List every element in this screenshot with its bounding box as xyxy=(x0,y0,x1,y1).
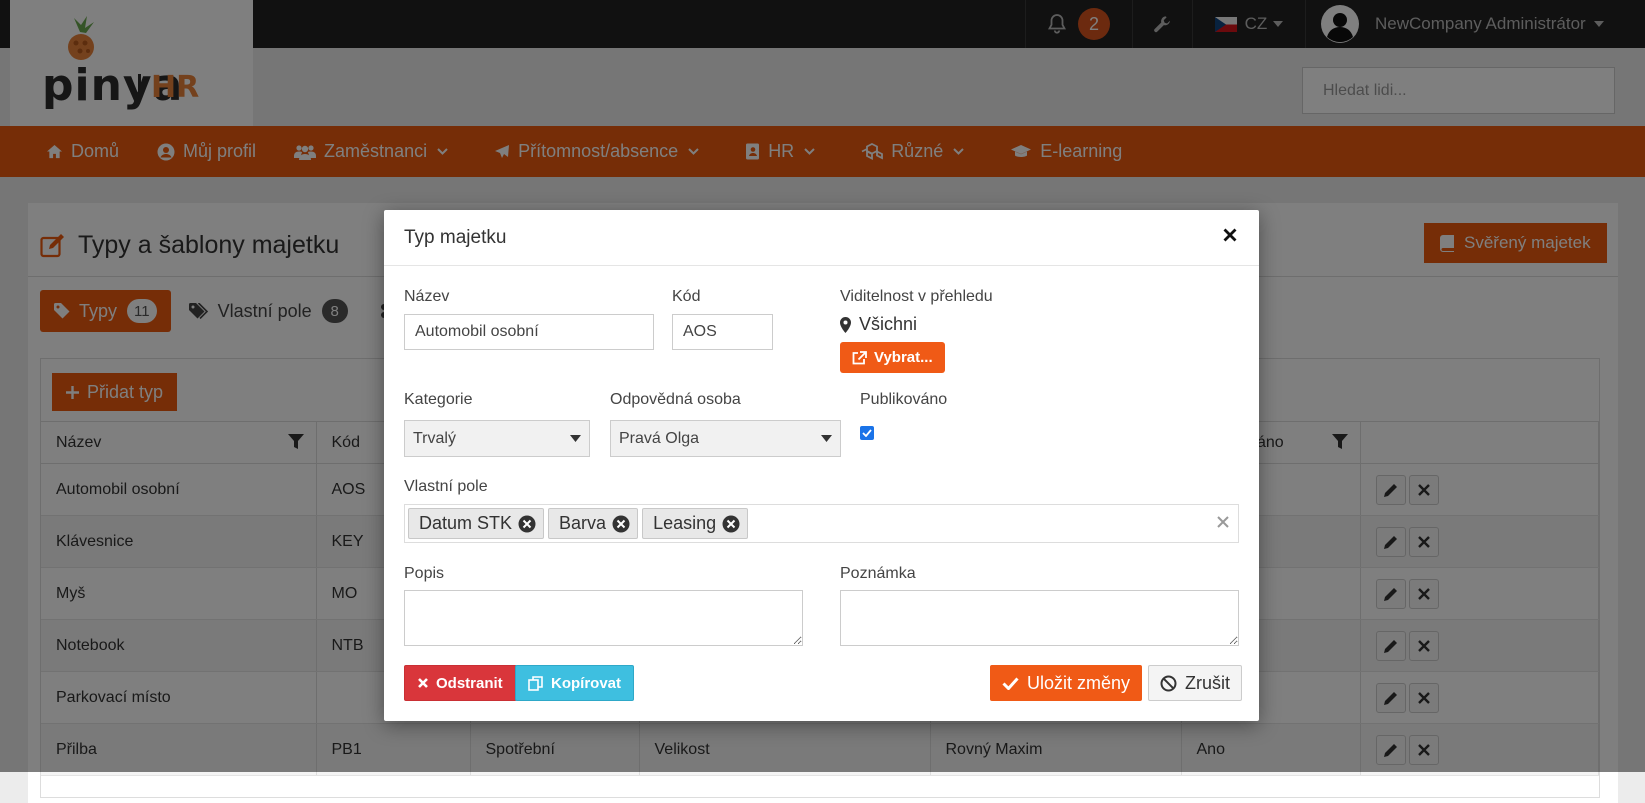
selected-tag: Datum STK xyxy=(408,508,545,539)
description-label: Popis xyxy=(404,565,445,582)
category-selected-value: Trvalý xyxy=(413,429,456,447)
category-label: Kategorie xyxy=(404,391,473,408)
custom-fields-label: Vlastní pole xyxy=(404,478,488,495)
dialog-title: Typ majetku xyxy=(404,226,507,248)
cancel-button[interactable]: Zrušit xyxy=(1148,665,1242,701)
dialog-header: Typ majetku xyxy=(384,210,1259,266)
asset-type-dialog: Typ majetku Název Kód Viditelnost v přeh… xyxy=(384,210,1259,721)
ban-icon xyxy=(1160,675,1185,692)
copy-label: Kopírovat xyxy=(551,674,622,692)
code-input[interactable] xyxy=(672,314,773,350)
checkmark-icon xyxy=(862,429,872,437)
description-textarea[interactable] xyxy=(404,590,803,646)
category-select[interactable]: Trvalý xyxy=(404,420,590,457)
choose-visibility-button[interactable]: Vybrat... xyxy=(840,342,945,373)
code-label: Kód xyxy=(672,288,701,305)
cancel-label: Zrušit xyxy=(1185,672,1230,693)
responsible-person-label: Odpovědná osoba xyxy=(610,391,741,408)
checkmark-icon xyxy=(1002,676,1027,690)
caret-down-icon xyxy=(570,435,581,442)
clear-all-icon[interactable] xyxy=(1216,515,1230,529)
external-link-icon xyxy=(852,350,874,365)
selected-tag: Barva xyxy=(548,508,639,539)
caret-down-icon xyxy=(821,435,832,442)
custom-fields-multiselect[interactable]: Datum STK Barva Leasing xyxy=(404,504,1239,543)
close-icon xyxy=(418,678,436,688)
tag-label: Barva xyxy=(559,513,607,533)
visibility-label: Viditelnost v přehledu xyxy=(840,288,993,305)
map-marker-icon xyxy=(840,316,859,333)
delete-button[interactable]: Odstranit xyxy=(404,665,517,701)
selected-tag: Leasing xyxy=(642,508,749,539)
note-label: Poznámka xyxy=(840,565,916,582)
published-checkbox[interactable] xyxy=(860,426,874,440)
tag-label: Leasing xyxy=(653,513,717,533)
remove-tag-icon[interactable] xyxy=(606,515,630,533)
name-input[interactable] xyxy=(404,314,654,350)
save-changes-label: Uložit změny xyxy=(1027,672,1131,693)
remove-tag-icon[interactable] xyxy=(512,515,536,533)
note-textarea[interactable] xyxy=(840,590,1239,646)
visibility-value: Všichni xyxy=(840,314,917,335)
choose-visibility-label: Vybrat... xyxy=(874,349,933,366)
responsible-person-select[interactable]: Pravá Olga xyxy=(610,420,841,457)
save-changes-button[interactable]: Uložit změny xyxy=(990,665,1143,701)
copy-button[interactable]: Kopírovat xyxy=(515,665,635,701)
copy-icon xyxy=(528,675,551,691)
delete-label: Odstranit xyxy=(436,674,503,692)
responsible-person-value: Pravá Olga xyxy=(619,429,700,447)
published-label: Publikováno xyxy=(860,391,948,408)
name-label: Název xyxy=(404,288,450,305)
visibility-value-text: Všichni xyxy=(859,314,918,334)
remove-tag-icon[interactable] xyxy=(716,515,740,533)
tag-label: Datum STK xyxy=(419,513,513,533)
close-icon[interactable] xyxy=(1223,228,1237,242)
